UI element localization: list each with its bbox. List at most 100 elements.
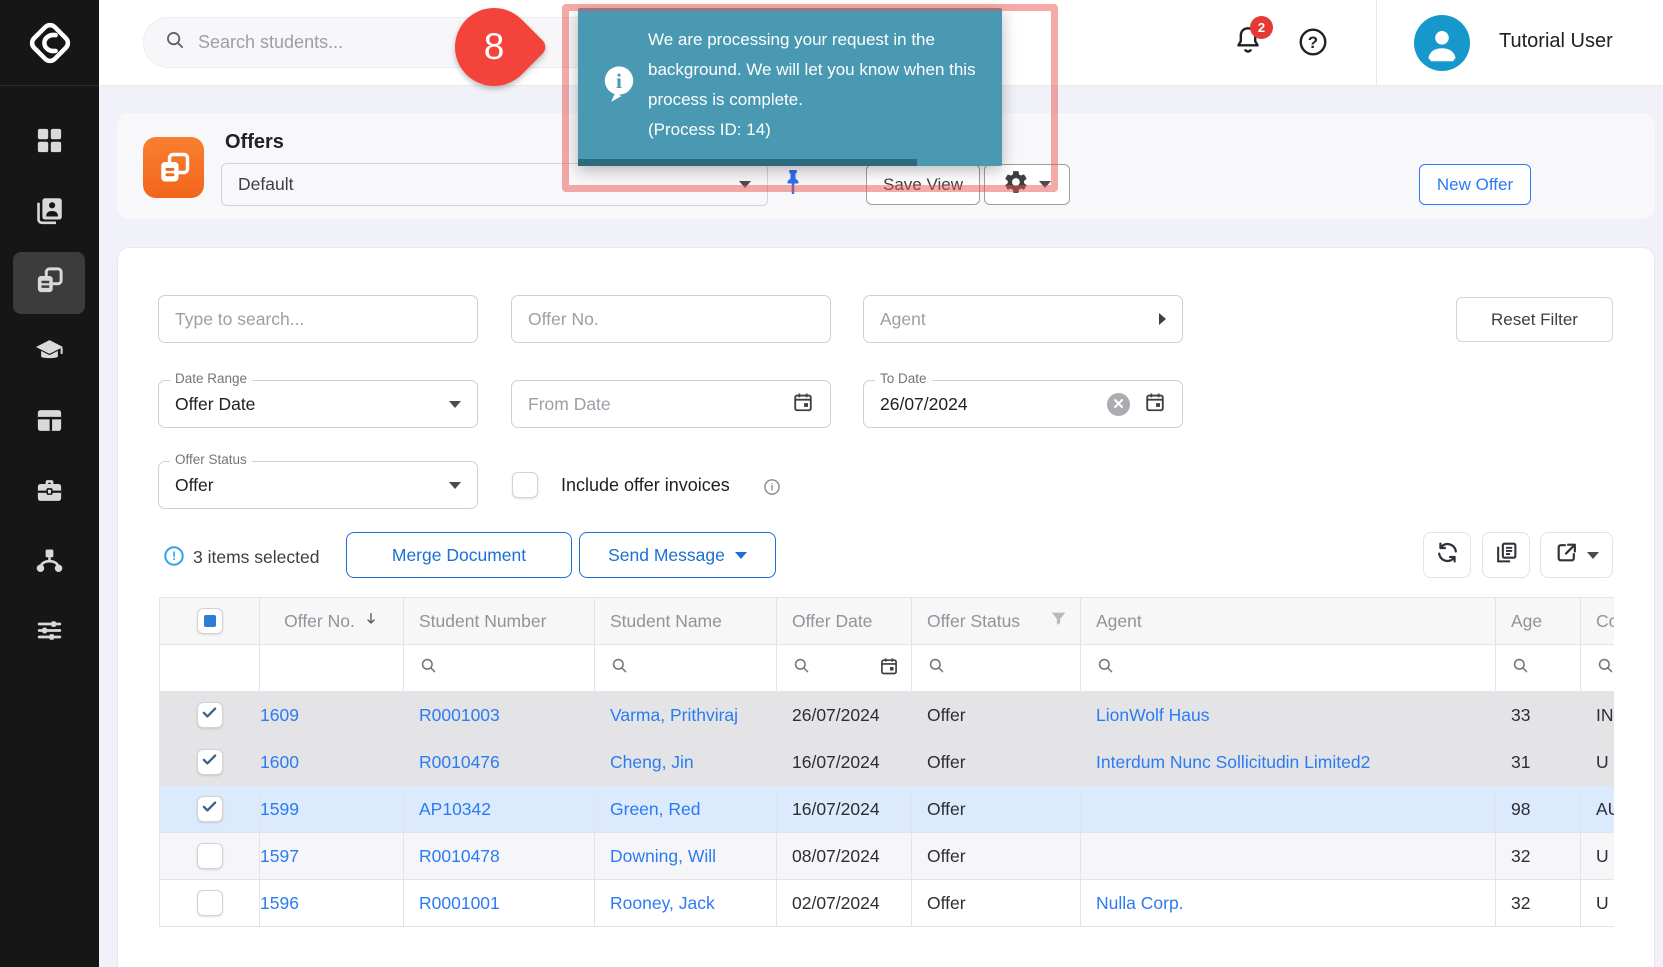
sidebar-item-education[interactable]	[0, 318, 99, 388]
cell-text: 32	[1511, 893, 1530, 913]
col-agent-filter[interactable]	[1081, 645, 1496, 692]
col-offer_status-filter[interactable]	[912, 645, 1081, 692]
dashboard-icon	[34, 125, 65, 161]
svg-text:!: !	[172, 549, 176, 563]
help-button[interactable]: ?	[1297, 26, 1329, 58]
export-button[interactable]	[1540, 532, 1613, 578]
table-row[interactable]: 1597R0010478Downing, Will08/07/2024Offer…	[160, 833, 1615, 880]
sidebar-item-contacts[interactable]	[0, 178, 99, 248]
refresh-button[interactable]	[1423, 532, 1471, 578]
cell-link[interactable]: Cheng, Jin	[610, 752, 694, 772]
cell-link[interactable]: 1600	[260, 752, 299, 772]
cell-text: Offer	[927, 893, 966, 913]
view-settings-button[interactable]	[984, 164, 1070, 205]
cell-text: 16/07/2024	[792, 752, 880, 772]
cell-link[interactable]: Varma, Prithviraj	[610, 705, 738, 725]
table-row[interactable]: 1599AP10342Green, Red16/07/2024Offer98AU	[160, 786, 1615, 833]
row-checkbox[interactable]	[197, 749, 223, 775]
to-date-field[interactable]: To Date 26/07/2024 ✕	[863, 380, 1183, 428]
sidebar-item-network[interactable]	[0, 528, 99, 598]
cell-link[interactable]: Interdum Nunc Sollicitudin Limited2	[1096, 752, 1370, 772]
clear-icon[interactable]: ✕	[1107, 393, 1130, 416]
cell-text: U	[1596, 846, 1609, 866]
cell-link[interactable]: 1599	[260, 799, 299, 819]
cell-offer_status: Offer	[912, 833, 1081, 880]
calendar-icon[interactable]	[1144, 391, 1166, 418]
col-select-header[interactable]	[160, 598, 260, 645]
col-offer_no-header[interactable]: Offer No.	[260, 598, 404, 645]
reset-filter-button[interactable]: Reset Filter	[1456, 297, 1613, 342]
merge-document-button[interactable]: Merge Document	[346, 532, 572, 578]
col-country-filter[interactable]	[1581, 645, 1615, 692]
copy-button[interactable]	[1482, 532, 1530, 578]
offer-status-select[interactable]: Offer Status Offer	[158, 461, 478, 509]
col-label: Offer Status	[927, 611, 1020, 632]
row-checkbox[interactable]	[197, 890, 223, 916]
cell-link[interactable]: LionWolf Haus	[1096, 705, 1210, 725]
processing-toast[interactable]: i We are processing your request in the …	[578, 8, 1002, 166]
col-student_number-filter[interactable]	[404, 645, 595, 692]
info-bubble-icon: i	[600, 64, 638, 110]
sidebar-item-settings[interactable]	[0, 598, 99, 668]
row-checkbox[interactable]	[197, 796, 223, 822]
info-icon[interactable]: i	[763, 478, 781, 501]
table-row[interactable]: 1596R0001001Rooney, Jack02/07/2024OfferN…	[160, 880, 1615, 927]
cell-link[interactable]: R0010478	[419, 846, 500, 866]
new-offer-button[interactable]: New Offer	[1419, 164, 1531, 205]
cell-link[interactable]: Nulla Corp.	[1096, 893, 1184, 913]
sidebar-item-offers[interactable]	[0, 248, 99, 318]
col-student_name-filter[interactable]	[595, 645, 777, 692]
cell-link[interactable]: Rooney, Jack	[610, 893, 715, 913]
notifications-button[interactable]: 2	[1232, 24, 1272, 64]
col-offer_date-header[interactable]: Offer Date	[777, 598, 912, 645]
annotation-step-number: 8	[455, 8, 533, 86]
save-view-button[interactable]: Save View	[866, 164, 980, 205]
date-range-select[interactable]: Date Range Offer Date	[158, 380, 478, 428]
cell-country: IN	[1581, 692, 1615, 739]
calendar-icon[interactable]	[879, 656, 899, 681]
table-row[interactable]: 1609R0001003Varma, Prithviraj26/07/2024O…	[160, 692, 1615, 739]
row-checkbox[interactable]	[197, 843, 223, 869]
table-row[interactable]: 1600R0010476Cheng, Jin16/07/2024OfferInt…	[160, 739, 1615, 786]
cell-link[interactable]: 1609	[260, 705, 299, 725]
filter-funnel-icon[interactable]	[1049, 609, 1068, 633]
row-checkbox[interactable]	[197, 702, 223, 728]
col-age-header[interactable]: Age	[1496, 598, 1581, 645]
cell-link[interactable]: R0001003	[419, 705, 500, 725]
cell-link[interactable]: 1596	[260, 893, 299, 913]
search-input[interactable]	[198, 32, 638, 53]
col-age-filter[interactable]	[1496, 645, 1581, 692]
quick-search-field[interactable]: Type to search...	[158, 295, 478, 343]
cell-link[interactable]: R0010476	[419, 752, 500, 772]
app-logo-icon[interactable]	[0, 0, 99, 86]
sidebar-item-layout[interactable]	[0, 388, 99, 458]
from-date-field[interactable]: From Date	[511, 380, 831, 428]
cell-link[interactable]: Green, Red	[610, 799, 700, 819]
avatar[interactable]	[1414, 15, 1470, 71]
cell-offer_status: Offer	[912, 692, 1081, 739]
include-invoices-checkbox[interactable]	[512, 472, 538, 498]
offer-no-field[interactable]: Offer No.	[511, 295, 831, 343]
cell-text: U	[1596, 752, 1609, 772]
col-student_name-header[interactable]: Student Name	[595, 598, 777, 645]
quick-search-placeholder: Type to search...	[175, 309, 461, 330]
search-icon	[1096, 659, 1115, 679]
col-offer_date-filter[interactable]	[777, 645, 912, 692]
select-all-checkbox[interactable]	[197, 608, 223, 634]
col-agent-header[interactable]: Agent	[1081, 598, 1496, 645]
col-offer_status-header[interactable]: Offer Status	[912, 598, 1081, 645]
cell-link[interactable]: 1597	[260, 846, 299, 866]
cell-link[interactable]: AP10342	[419, 799, 491, 819]
reset-filter-label: Reset Filter	[1491, 310, 1578, 330]
col-student_number-header[interactable]: Student Number	[404, 598, 595, 645]
pin-view-button[interactable]	[780, 166, 806, 204]
agent-field[interactable]: Agent	[863, 295, 1183, 343]
col-country-header[interactable]: Co	[1581, 598, 1615, 645]
sidebar-item-dashboard[interactable]	[0, 108, 99, 178]
cell-link[interactable]: R0001001	[419, 893, 500, 913]
cell-link[interactable]: Downing, Will	[610, 846, 716, 866]
calendar-icon[interactable]	[792, 391, 814, 418]
sidebar-item-toolbox[interactable]	[0, 458, 99, 528]
send-message-button[interactable]: Send Message	[579, 532, 776, 578]
view-selector[interactable]: Default	[221, 163, 768, 206]
